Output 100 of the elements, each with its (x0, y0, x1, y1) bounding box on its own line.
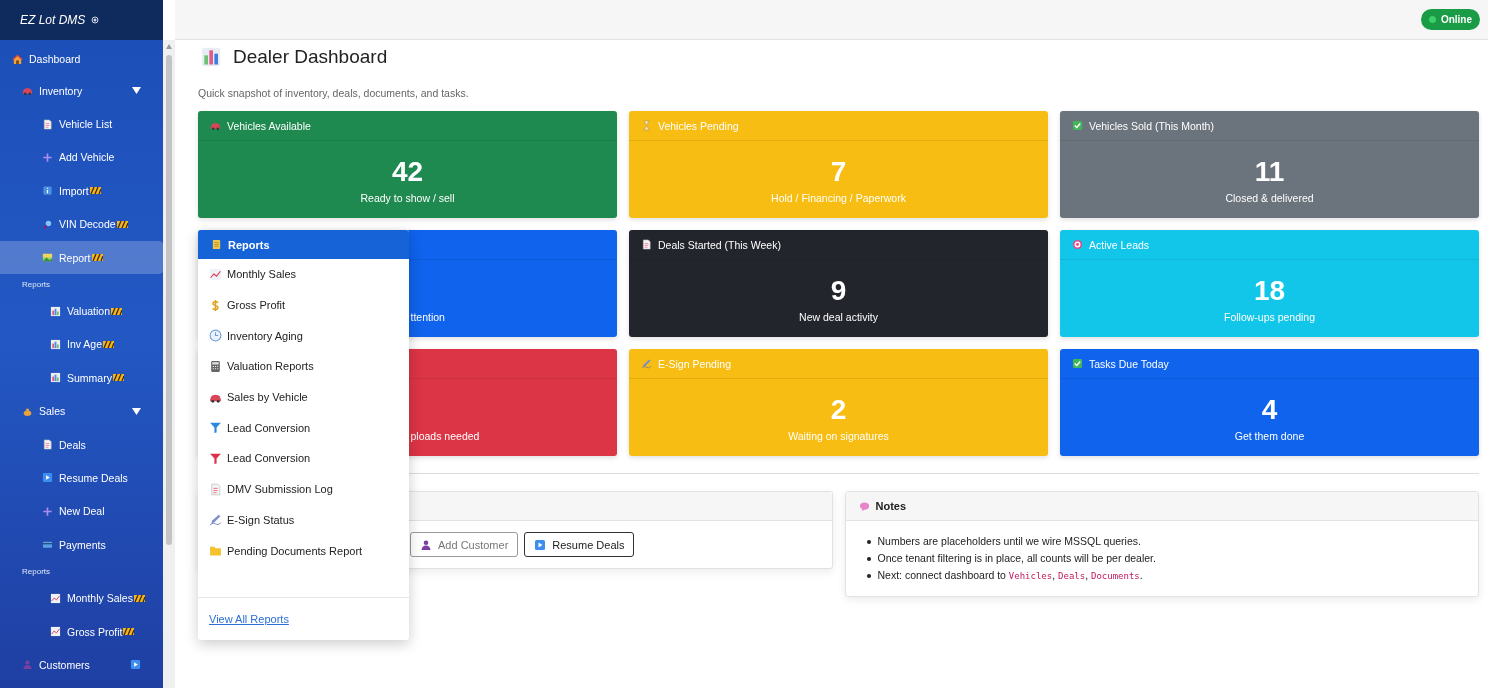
card-caption: Closed & delivered (1225, 191, 1314, 204)
sidebar-item[interactable]: Inventory (0, 74, 163, 108)
notepad-icon (211, 239, 222, 250)
play-icon (130, 659, 141, 671)
construction-icon (112, 373, 124, 383)
bullet-icon (866, 539, 871, 544)
play-icon (42, 472, 53, 484)
hourglass-icon (641, 120, 652, 131)
target-icon (1072, 239, 1083, 250)
sidebar-item[interactable]: Deals (0, 427, 163, 462)
sidebar-heading: Reports (21, 565, 51, 578)
app-title: EZ Lot DMS (20, 13, 86, 27)
line-chart-icon (50, 592, 61, 604)
sidebar-item-label: Payments (59, 538, 106, 551)
card-caption: ploads needed (410, 429, 480, 442)
page-subtitle: Quick snapshot of inventory, deals, documents, and tasks. (198, 87, 470, 99)
menu-item[interactable]: Gross Profit (198, 289, 409, 321)
document-icon (209, 482, 222, 496)
sidebar-item-label: VIN Decode (59, 218, 116, 231)
scrollbar[interactable] (163, 40, 175, 688)
sidebar-item-label: Sales (39, 405, 66, 418)
sidebar-item-label: Summary (67, 371, 112, 384)
sidebar-item-label: Add Vehicle (59, 151, 115, 164)
menu-item[interactable]: DMV Submission Log (198, 473, 409, 505)
menu-item[interactable]: Monthly Sales (198, 259, 409, 290)
sidebar-item[interactable]: Resume Deals (0, 461, 163, 495)
checkbox-icon (1072, 358, 1083, 369)
construction-icon (116, 219, 128, 229)
speech-bubble-icon (858, 500, 870, 512)
line-chart-icon (209, 267, 222, 281)
sidebar-item[interactable]: Dashboard (0, 44, 163, 74)
sidebar-item-label: Inventory (39, 84, 83, 97)
pen-icon (209, 513, 222, 527)
action-button[interactable]: Add Customer (410, 532, 519, 557)
card-value: 18 (1253, 274, 1286, 307)
card-value: 2 (830, 393, 847, 426)
menu-item-label: Valuation Reports (227, 360, 314, 373)
sidebar-item-label: Customers (39, 658, 90, 671)
page-title: Dealer Dashboard (233, 46, 388, 68)
menu-item[interactable]: E-Sign Status (198, 504, 409, 536)
sidebar-item-label: Valuation (67, 305, 110, 318)
menu-item[interactable]: Pending Documents Report (198, 535, 409, 566)
menu-item[interactable]: Sales by Vehicle (198, 381, 409, 413)
sidebar-item[interactable]: Monthly Sales (0, 581, 163, 615)
menu-item[interactable]: Lead Conversion (198, 412, 409, 444)
clock-icon (209, 329, 222, 343)
sidebar-item[interactable]: Summary (0, 361, 163, 395)
calculator-icon (209, 359, 222, 373)
sidebar-item-label: New Deal (59, 505, 105, 518)
sidebar-item[interactable]: Import (0, 174, 163, 208)
sidebar-item[interactable]: Gross Profit (0, 614, 163, 649)
sidebar-item[interactable]: Sales (0, 394, 163, 428)
status-dot-icon (91, 16, 100, 24)
checkbox-icon (1072, 120, 1083, 131)
menu-item-label: Pending Documents Report (227, 544, 363, 557)
menu-item[interactable]: Valuation Reports (198, 351, 409, 382)
sidebar-item[interactable]: Report (0, 240, 163, 275)
sidebar-item[interactable]: Valuation (0, 294, 163, 328)
pen-icon (641, 358, 652, 369)
menu-item[interactable]: Lead Conversion (198, 443, 409, 474)
construction-icon (89, 186, 101, 196)
card-value: 42 (391, 155, 424, 188)
chart-icon (201, 47, 221, 67)
panel-title: Notes (875, 500, 907, 512)
card-caption: Get them done (1234, 429, 1305, 442)
card-value: 4 (1261, 393, 1278, 426)
scroll-up-icon[interactable] (166, 44, 172, 49)
menu-item-label: Gross Profit (227, 299, 286, 312)
card-caption: ttention (410, 310, 445, 323)
card-title: Tasks Due Today (1089, 357, 1169, 370)
sidebar-item-label: Dashboard (29, 53, 81, 65)
document-icon (641, 239, 652, 250)
menu-item[interactable]: Inventory Aging (198, 320, 409, 352)
sidebar-item-label: Monthly Sales (67, 592, 133, 605)
dollar-icon (209, 298, 222, 312)
sidebar-item[interactable]: Vehicle List (0, 107, 163, 141)
line-chart-icon (50, 626, 61, 638)
bar-chart-icon (50, 338, 61, 350)
sidebar-item[interactable]: Inv Age (0, 327, 163, 362)
card-caption: Follow-ups pending (1223, 310, 1316, 323)
bar-chart-icon (50, 372, 61, 384)
menu-item-label: Sales by Vehicle (227, 391, 308, 404)
plus-icon (42, 505, 53, 517)
person-icon (22, 659, 33, 671)
dropdown-title: Reports (228, 238, 270, 251)
card-caption: Hold / Financing / Paperwork (771, 191, 906, 204)
sidebar-item[interactable]: VIN Decode (0, 207, 163, 241)
menu-item-label: E-Sign Status (227, 513, 295, 526)
card-value: 7 (830, 155, 847, 188)
card-title: Vehicles Sold (This Month) (1089, 119, 1214, 132)
card-caption: New deal activity (799, 310, 878, 323)
view-all-link[interactable]: View All Reports (209, 613, 289, 625)
action-button[interactable]: Resume Deals (524, 532, 635, 557)
funnel-icon (209, 451, 222, 465)
sidebar-item[interactable]: Customers (0, 648, 163, 682)
sidebar-item[interactable]: Payments (0, 528, 163, 562)
menu-item-label: Monthly Sales (227, 268, 297, 281)
sidebar-item[interactable]: New Deal (0, 494, 163, 529)
card-title: Vehicles Pending (658, 119, 739, 132)
sidebar-item[interactable]: Add Vehicle (0, 140, 163, 175)
